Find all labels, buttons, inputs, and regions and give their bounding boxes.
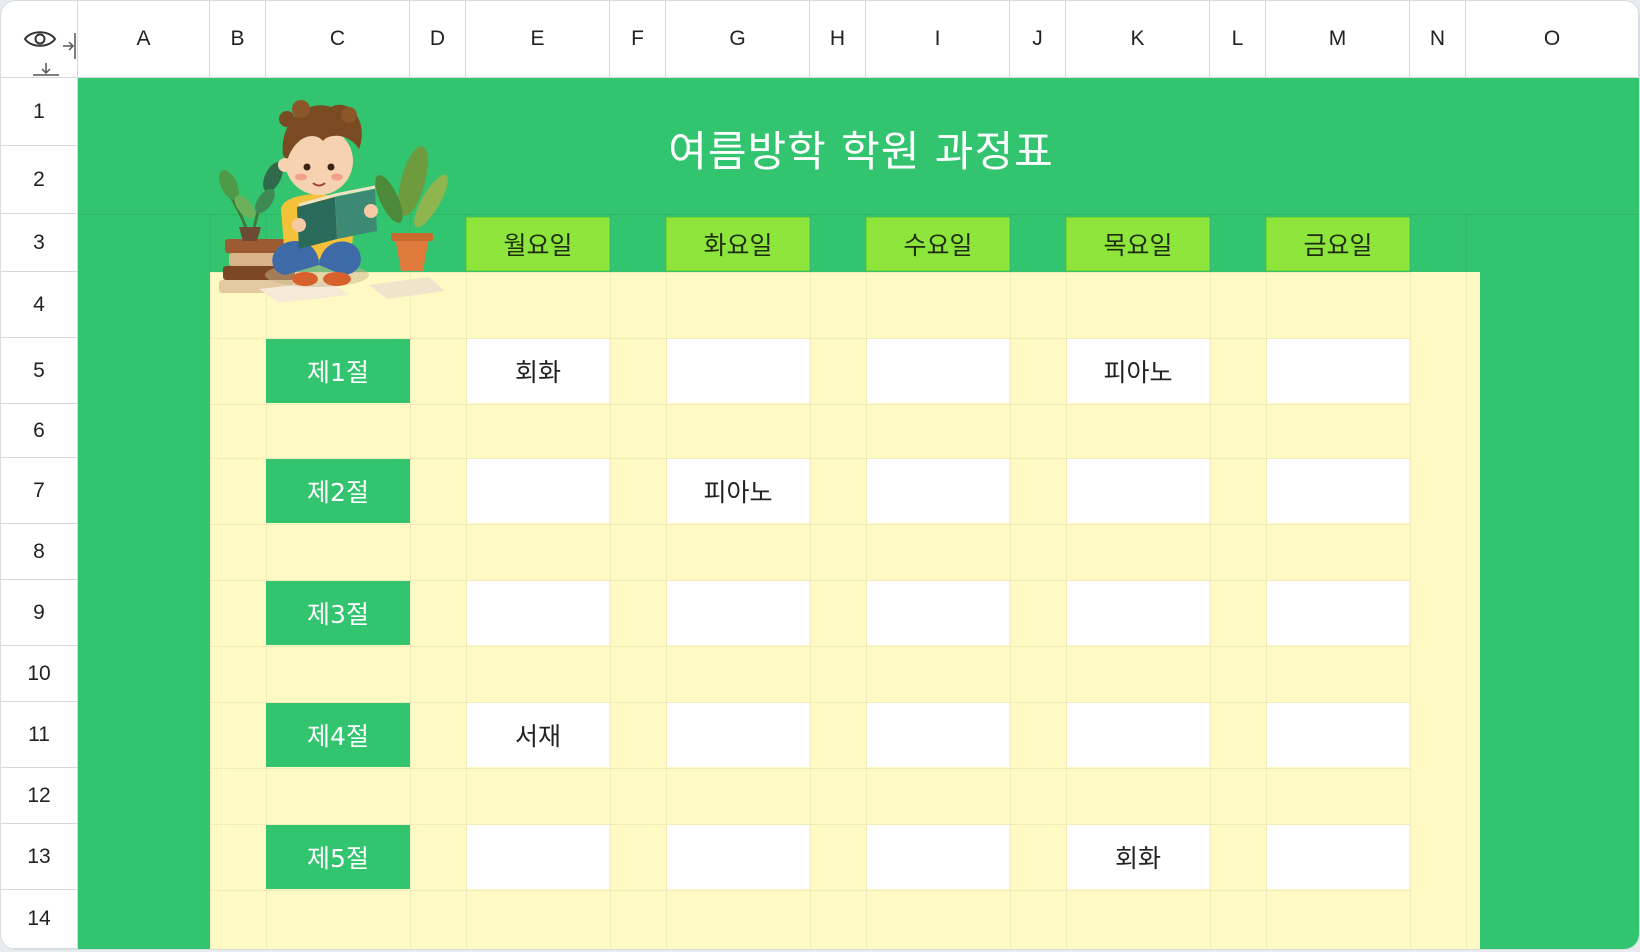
gridline-vertical <box>410 214 411 949</box>
row-header-11[interactable]: 11 <box>1 702 78 768</box>
schedule-cell[interactable]: 회화 <box>467 339 609 403</box>
period-label[interactable]: 제4절 <box>266 703 410 767</box>
period-label[interactable]: 제3절 <box>266 581 410 645</box>
gridline-horizontal <box>210 890 1410 891</box>
row-header-4[interactable]: 4 <box>1 272 78 338</box>
schedule-cell[interactable] <box>867 581 1009 645</box>
column-header-l[interactable]: L <box>1210 1 1266 78</box>
gridline-horizontal <box>210 404 1410 405</box>
row-header-9[interactable]: 9 <box>1 580 78 646</box>
column-header-o[interactable]: O <box>1466 1 1639 78</box>
schedule-cell[interactable] <box>667 825 809 889</box>
schedule-cell[interactable]: 피아노 <box>667 459 809 523</box>
column-header-f[interactable]: F <box>610 1 666 78</box>
schedule-cell[interactable]: 서재 <box>467 703 609 767</box>
column-header-e[interactable]: E <box>466 1 610 78</box>
gridline-horizontal <box>210 768 1410 769</box>
schedule-cell[interactable]: 피아노 <box>1067 339 1209 403</box>
column-header-i[interactable]: I <box>866 1 1010 78</box>
schedule-cell[interactable] <box>467 581 609 645</box>
day-header[interactable]: 화요일 <box>666 217 810 271</box>
eye-icon[interactable] <box>23 27 57 51</box>
column-header-g[interactable]: G <box>666 1 810 78</box>
gridline-vertical <box>810 214 811 949</box>
gridline-vertical <box>210 214 211 949</box>
day-header[interactable]: 수요일 <box>866 217 1010 271</box>
period-label[interactable]: 제1절 <box>266 339 410 403</box>
schedule-cell[interactable] <box>867 825 1009 889</box>
row-header-3[interactable]: 3 <box>1 214 78 272</box>
schedule-cell[interactable] <box>1267 581 1409 645</box>
child-reading-book-illustration[interactable] <box>219 89 459 311</box>
column-header-j[interactable]: J <box>1010 1 1066 78</box>
schedule-cell[interactable] <box>667 581 809 645</box>
schedule-cell[interactable] <box>467 459 609 523</box>
row-header-13[interactable]: 13 <box>1 824 78 890</box>
schedule-cell[interactable] <box>867 459 1009 523</box>
select-all-corner[interactable] <box>1 1 93 93</box>
row-header-1[interactable]: 1 <box>1 78 78 146</box>
column-header-h[interactable]: H <box>810 1 866 78</box>
page-title: 여름방학 학원 과정표 <box>668 126 1054 176</box>
schedule-cell[interactable] <box>867 703 1009 767</box>
row-header-2[interactable]: 2 <box>1 146 78 214</box>
column-header-m[interactable]: M <box>1266 1 1410 78</box>
gridline-vertical <box>1466 214 1467 949</box>
column-header-n[interactable]: N <box>1410 1 1466 78</box>
schedule-cell[interactable] <box>1067 459 1209 523</box>
day-header[interactable]: 목요일 <box>1066 217 1210 271</box>
schedule-cell[interactable] <box>1067 581 1209 645</box>
gridline-vertical <box>1010 214 1011 949</box>
gridline-horizontal <box>210 646 1410 647</box>
row-header-10[interactable]: 10 <box>1 646 78 702</box>
column-header-k[interactable]: K <box>1066 1 1210 78</box>
schedule-cell[interactable] <box>1267 703 1409 767</box>
day-header[interactable]: 월요일 <box>466 217 610 271</box>
period-label[interactable]: 제2절 <box>266 459 410 523</box>
schedule-cell[interactable] <box>667 339 809 403</box>
spreadsheet: ABCDEFGHIJKLMNO 1 2 3 4 5 6 7 8 9 10 11 12 13 14 여름방학… <box>0 0 1640 950</box>
column-header-d[interactable]: D <box>410 1 466 78</box>
gridline-vertical <box>1410 214 1411 949</box>
row-header-12[interactable]: 12 <box>1 768 78 824</box>
schedule-cell[interactable] <box>1267 825 1409 889</box>
gridline-vertical <box>610 214 611 949</box>
period-label[interactable]: 제5절 <box>266 825 410 889</box>
schedule-cell[interactable] <box>467 825 609 889</box>
row-header-8[interactable]: 8 <box>1 524 78 580</box>
schedule-cell[interactable] <box>1267 339 1409 403</box>
row-header-14[interactable]: 14 <box>1 890 78 949</box>
gridline-horizontal <box>210 524 1410 525</box>
column-header-b[interactable]: B <box>210 1 266 78</box>
schedule-cell[interactable] <box>867 339 1009 403</box>
row-header-5[interactable]: 5 <box>1 338 78 404</box>
gridline-vertical <box>1210 214 1211 949</box>
day-header[interactable]: 금요일 <box>1266 217 1410 271</box>
schedule-cell[interactable] <box>1267 459 1409 523</box>
column-header-a[interactable]: A <box>78 1 210 78</box>
schedule-cell[interactable] <box>667 703 809 767</box>
schedule-cell[interactable]: 회화 <box>1067 825 1209 889</box>
schedule-cell[interactable] <box>1067 703 1209 767</box>
row-header-7[interactable]: 7 <box>1 458 78 524</box>
column-header-c[interactable]: C <box>266 1 410 78</box>
row-header-6[interactable]: 6 <box>1 404 78 458</box>
